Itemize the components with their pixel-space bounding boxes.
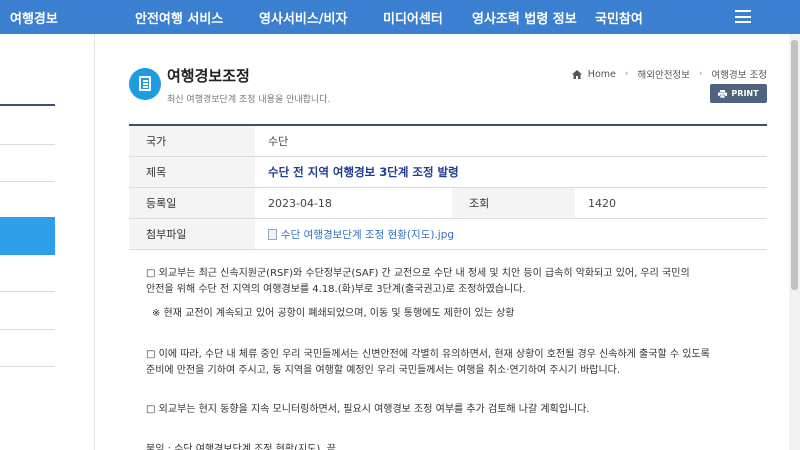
nav-item-consular-visa[interactable]: 영사서비스/비자 [259, 8, 347, 27]
body-paragraph-3: □ 외교부는 현지 동향을 지속 모니터링하면서, 필요시 여행경보 조정 여부… [146, 404, 590, 415]
chevron-right-icon: › [698, 69, 703, 79]
content-divider [94, 34, 95, 450]
sidebar-item-active[interactable] [0, 217, 55, 255]
attachment-filename[interactable]: 수단 여행경보단계 조정 현황(지도).jpg [281, 227, 454, 242]
document-icon [129, 68, 161, 100]
breadcrumb: Home › 해외안전정보 › 여행경보 조정 [571, 67, 767, 81]
info-table: 국가 수단 제목 수단 전 지역 여행경보 3단계 조정 발령 등록일 2023… [129, 124, 767, 250]
table-row: 국가 수단 [129, 126, 767, 157]
sidebar-divider [0, 181, 55, 182]
body-paragraph-2: □ 이에 따라, 수단 내 체류 중인 우리 국민들께서는 신변안전에 각별히 … [146, 347, 764, 379]
nav-item-consular-law[interactable]: 영사조력 법령 정보 [472, 8, 577, 27]
views-label: 조회 [452, 188, 575, 218]
home-icon [571, 69, 582, 79]
chevron-right-icon: › [624, 69, 629, 79]
body-note: ※ 현재 교전이 계속되고 있어 공항이 폐쇄되었으며, 이동 및 통행에도 제… [152, 308, 515, 319]
attachment-label: 첨부파일 [129, 219, 255, 249]
scrollbar-thumb[interactable] [791, 40, 798, 290]
page-subtitle: 최신 여행경보단계 조정 내용을 안내합니다. [167, 95, 331, 105]
page-scrollbar[interactable] [789, 34, 800, 450]
nav-brand[interactable]: 여행경보 [10, 8, 58, 27]
attachment-cell: 수단 여행경보단계 조정 현황(지도).jpg [255, 219, 767, 249]
country-value: 수단 [268, 135, 289, 148]
table-row: 첨부파일 수단 여행경보단계 조정 현황(지도).jpg [129, 219, 767, 250]
views-value: 1420 [588, 196, 616, 210]
nav-item-media-center[interactable]: 미디어센터 [383, 8, 443, 27]
country-label: 국가 [129, 126, 255, 156]
top-navigation: 여행경보 안전여행 서비스 영사서비스/비자 미디어센터 영사조력 법령 정보 … [0, 0, 800, 34]
nav-item-safe-travel[interactable]: 안전여행 서비스 [135, 8, 223, 27]
breadcrumb-home[interactable]: Home [588, 69, 616, 80]
breadcrumb-current: 여행경보 조정 [711, 70, 767, 81]
file-icon [268, 228, 277, 240]
title-label: 제목 [129, 157, 255, 187]
body-text-line: 준비에 만전을 기하여 주시고, 동 지역을 여행할 예정인 우리 국민들께서는… [146, 365, 621, 376]
breadcrumb-overseas-safety[interactable]: 해외안전정보 [637, 67, 689, 81]
sidebar-divider [0, 104, 55, 106]
body-paragraph-1: □ 외교부는 최근 신속지원군(RSF)와 수단정부군(SAF) 간 교전으로 … [146, 266, 764, 298]
hamburger-menu-icon[interactable] [735, 10, 751, 23]
page-title: 여행경보조정 [167, 67, 250, 85]
print-label: PRINT [731, 89, 759, 98]
sidebar-divider [0, 144, 55, 145]
body-text-line: 안전을 위해 수단 전 지역의 여행경보를 4.18.(화)부로 3단계(출국권… [146, 284, 526, 295]
attachment-link[interactable]: 수단 여행경보단계 조정 현황(지도).jpg [268, 227, 454, 242]
date-value: 2023-04-18 [268, 196, 332, 210]
body-footer-partial: 붙임 : 수단 여행경보단계 조정 현황(지도). 끝. [146, 444, 340, 450]
print-button[interactable]: PRINT [710, 84, 767, 103]
body-text-line: □ 이에 따라, 수단 내 체류 중인 우리 국민들께서는 신변안전에 각별히 … [146, 349, 710, 360]
table-row: 등록일 2023-04-18 조회 1420 [129, 188, 767, 219]
date-label: 등록일 [129, 188, 255, 218]
sidebar-divider [0, 291, 55, 292]
sidebar-divider [0, 366, 55, 367]
nav-item-participation[interactable]: 국민참여 [595, 8, 643, 27]
sidebar-divider [0, 329, 55, 330]
printer-icon [718, 89, 728, 98]
notice-title: 수단 전 지역 여행경보 3단계 조정 발령 [268, 165, 459, 179]
table-row: 제목 수단 전 지역 여행경보 3단계 조정 발령 [129, 157, 767, 188]
body-text-line: □ 외교부는 최근 신속지원군(RSF)와 수단정부군(SAF) 간 교전으로 … [146, 268, 690, 279]
sidebar [0, 34, 55, 450]
